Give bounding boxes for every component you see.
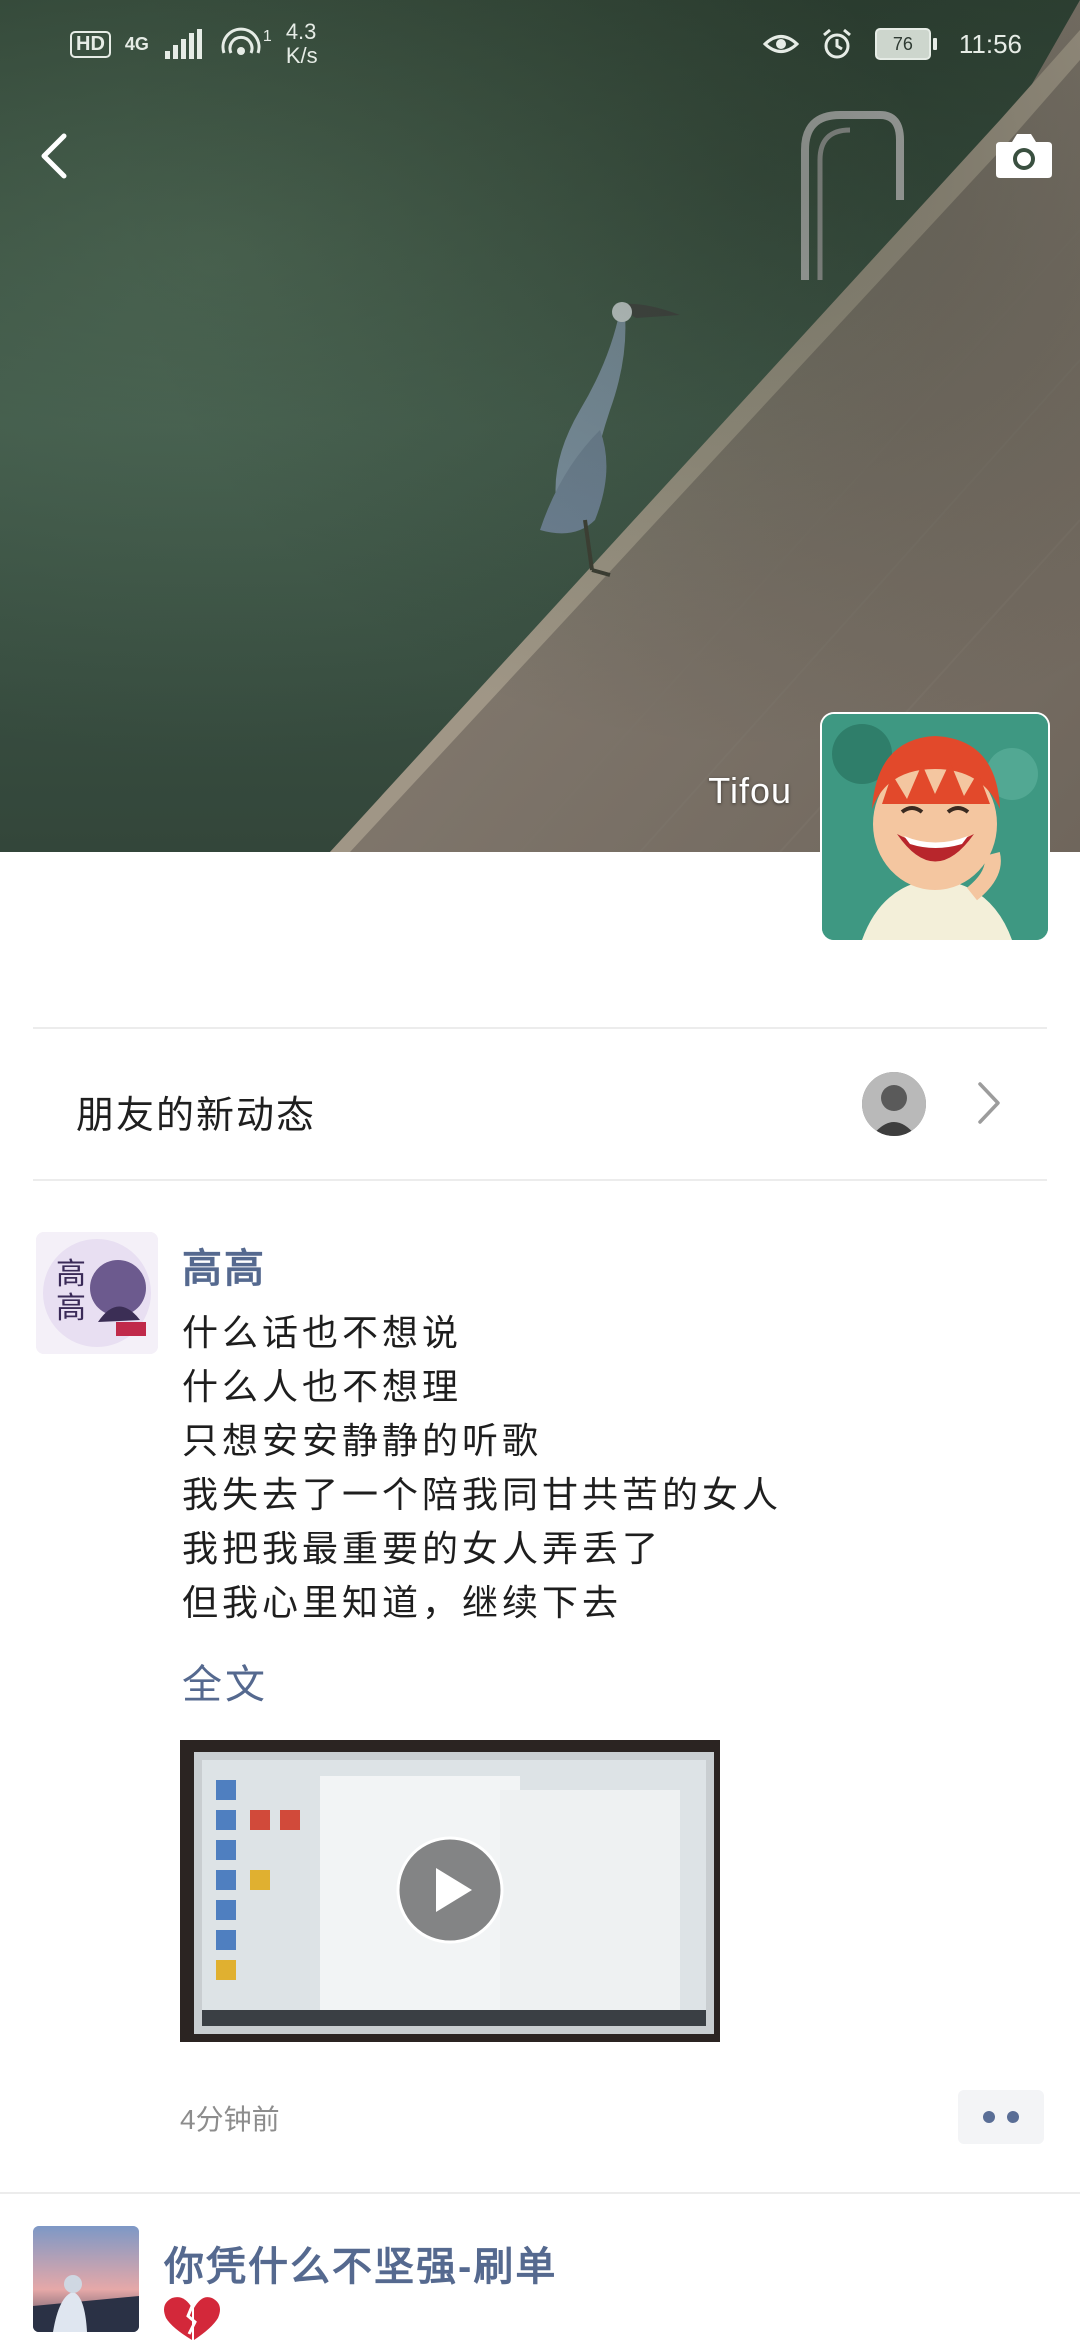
camera-button[interactable] xyxy=(994,128,1054,180)
sunset-avatar-image xyxy=(33,2226,139,2332)
more-dot xyxy=(983,2111,995,2123)
more-dot xyxy=(1007,2111,1019,2123)
post-author-avatar[interactable]: 高 高 xyxy=(36,1232,158,1354)
speed-unit: K/s xyxy=(285,43,318,68)
signal-icon xyxy=(164,29,202,59)
status-right: 76 11:56 xyxy=(762,28,1022,60)
author-avatar-image: 高 高 xyxy=(36,1232,158,1354)
post-line: 但我心里知道，继续下去 xyxy=(182,1582,623,1623)
post-text: 什么话也不想说 什么人也不想理 只想安安静静的听歌 我失去了一个陪我同甘共苦的女… xyxy=(182,1306,782,1630)
status-left: HD 4G 1 4.3 K/s xyxy=(70,20,318,68)
post-line: 什么人也不想理 xyxy=(182,1366,463,1407)
divider-top xyxy=(33,1027,1047,1029)
hotspot-icon xyxy=(221,27,261,55)
battery-cap xyxy=(932,38,937,50)
post-line: 只想安安静静的听歌 xyxy=(182,1420,543,1461)
video-thumbnail-image xyxy=(180,1740,720,2042)
cartoon-avatar-image xyxy=(822,714,1048,940)
network-speed: 4.3 K/s xyxy=(286,20,318,68)
profile-avatar[interactable] xyxy=(822,714,1048,940)
hd-badge: HD xyxy=(70,30,111,58)
chevron-left-icon xyxy=(41,133,67,179)
svg-text:高: 高 xyxy=(56,1257,86,1292)
friend-avatar xyxy=(862,1072,926,1136)
post-video[interactable] xyxy=(180,1740,720,2042)
speed-value: 4.3 xyxy=(285,19,317,44)
chevron-right-icon xyxy=(978,1082,1000,1124)
full-text-link[interactable]: 全文 xyxy=(182,1652,268,1710)
friends-new-moments-row[interactable]: 朋友的新动态 xyxy=(0,1030,1080,1180)
status-bar: HD 4G 1 4.3 K/s 76 11:56 xyxy=(0,0,1080,90)
alarm-icon xyxy=(822,28,851,59)
next-post-author-avatar[interactable] xyxy=(33,2226,139,2332)
clock: 11:56 xyxy=(958,28,1022,59)
hotspot-count: 1 xyxy=(262,28,272,45)
next-post-author-name[interactable]: 你凭什么不坚强-刷单 xyxy=(164,2234,557,2292)
battery-indicator: 76 xyxy=(874,28,937,60)
profile-name[interactable]: Tifou xyxy=(708,770,792,812)
friends-new-moments-label: 朋友的新动态 xyxy=(76,1095,317,1137)
network-label: 4G xyxy=(124,33,149,54)
battery-level: 76 xyxy=(874,28,931,60)
divider-middle xyxy=(33,1179,1047,1181)
post-line: 我把我最重要的女人弄丢了 xyxy=(182,1528,663,1569)
svg-text:高: 高 xyxy=(56,1291,86,1326)
divider-bottom xyxy=(0,2192,1080,2194)
post-more-button[interactable] xyxy=(958,2090,1044,2144)
eye-comfort-icon xyxy=(762,35,799,53)
broken-heart-icon xyxy=(164,2297,220,2340)
post-line: 我失去了一个陪我同甘共苦的女人 xyxy=(182,1474,783,1515)
friend-avatar-image xyxy=(862,1072,926,1136)
post-line: 什么话也不想说 xyxy=(182,1312,463,1353)
post-timestamp: 4分钟前 xyxy=(180,2104,280,2135)
camera-icon xyxy=(996,134,1052,178)
back-button[interactable] xyxy=(34,128,78,184)
post-author-name[interactable]: 高高 xyxy=(182,1236,266,1294)
